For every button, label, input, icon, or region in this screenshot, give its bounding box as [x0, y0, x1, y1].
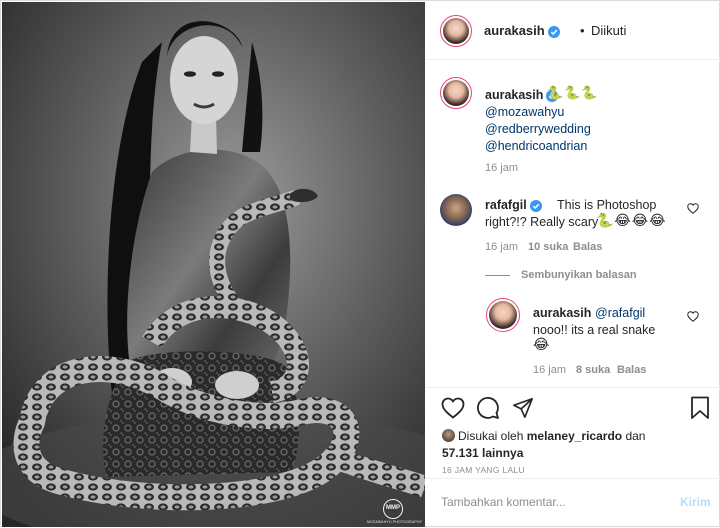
reply-mention[interactable]: @rafafgil — [595, 306, 645, 320]
caption-emojis: 🐍🐍🐍 — [547, 85, 599, 100]
post-photo[interactable]: MMP MOZAWAHYU PHOTOGRAPHY — [2, 2, 425, 527]
commenter-username[interactable]: rafafgil — [485, 198, 542, 212]
author-username[interactable]: aurakasih — [484, 23, 560, 38]
comments-section: aurakasih 🐍🐍🐍 @mozawahyu @redberryweddin… — [426, 61, 720, 387]
share-paper-plane-icon[interactable] — [512, 397, 534, 419]
save-bookmark-icon[interactable] — [690, 396, 710, 420]
likes-count[interactable]: 57.131 lainnya — [442, 446, 523, 460]
hide-replies-button[interactable]: Sembunyikan balasan — [521, 269, 637, 281]
reply-like-count[interactable]: 8 suka — [576, 364, 610, 376]
following-button[interactable]: Diikuti — [591, 23, 626, 38]
verified-badge-icon — [547, 25, 560, 38]
comment-text: right?!? Really scary — [485, 215, 599, 229]
post-actions: Disukai oleh melaney_ricardo dan 57.131 … — [426, 387, 720, 527]
caption-username-text[interactable]: aurakasih — [485, 88, 543, 102]
commenter-avatar[interactable] — [440, 194, 472, 226]
comment-text: This is Photoshop — [557, 198, 657, 212]
comment-emojis: 🐍😂😂😂 — [596, 212, 667, 228]
post-timestamp[interactable]: 16 JAM YANG LALU — [442, 465, 525, 475]
verified-badge-icon — [529, 199, 542, 212]
caption-mention[interactable]: @redberrywedding — [485, 122, 591, 136]
reply-time[interactable]: 16 jam — [533, 364, 566, 376]
likes-prefix: Disukai oleh — [458, 429, 524, 443]
like-heart-icon[interactable] — [441, 397, 465, 419]
post-header: aurakasih • Diikuti — [426, 2, 720, 60]
comment-bubble-icon[interactable] — [476, 396, 500, 420]
caption-mention[interactable]: @hendricoandrian — [485, 139, 587, 153]
comment-like-heart-icon[interactable] — [687, 203, 699, 214]
instagram-post-modal: MMP MOZAWAHYU PHOTOGRAPHY aurakasih • Di… — [0, 0, 720, 527]
post-side-panel: aurakasih • Diikuti aurakasih 🐍🐍🐍 @mozaw… — [426, 2, 720, 527]
author-username-text[interactable]: aurakasih — [484, 23, 545, 38]
reply-text: nooo!! its a real snake — [533, 323, 656, 337]
photo-illustration — [2, 2, 425, 527]
liker-avatar[interactable] — [442, 429, 455, 442]
post-comment-button[interactable]: Kirim — [680, 495, 711, 509]
caption-time[interactable]: 16 jam — [485, 162, 518, 174]
comment-time[interactable]: 16 jam — [485, 241, 518, 253]
reply-like-heart-icon[interactable] — [687, 311, 699, 322]
photographer-watermark: MMP MOZAWAHYU PHOTOGRAPHY — [367, 499, 423, 524]
add-comment-bar: Kirim — [426, 478, 720, 528]
header-separator: • — [580, 23, 585, 38]
reply-reply-button[interactable]: Balas — [617, 364, 646, 376]
reply-emoji: 😂 — [533, 336, 550, 352]
watermark-logo: MMP — [383, 499, 403, 519]
caption-avatar[interactable] — [440, 77, 472, 109]
replies-divider — [485, 275, 510, 276]
liker-username[interactable]: melaney_ricardo — [527, 429, 622, 443]
watermark-text: MOZAWAHYU PHOTOGRAPHY — [367, 520, 423, 524]
comment-reply-button[interactable]: Balas — [573, 241, 602, 253]
add-comment-input[interactable] — [441, 495, 661, 509]
commenter-username-text[interactable]: rafafgil — [485, 198, 527, 212]
comment-like-count[interactable]: 10 suka — [528, 241, 568, 253]
reply-avatar[interactable] — [486, 298, 520, 332]
reply-username[interactable]: aurakasih — [533, 306, 591, 320]
caption-mention[interactable]: @mozawahyu — [485, 105, 564, 119]
likes-summary: Disukai oleh melaney_ricardo dan 57.131 … — [442, 428, 645, 462]
likes-joiner: dan — [625, 429, 646, 443]
author-avatar[interactable] — [440, 15, 472, 47]
